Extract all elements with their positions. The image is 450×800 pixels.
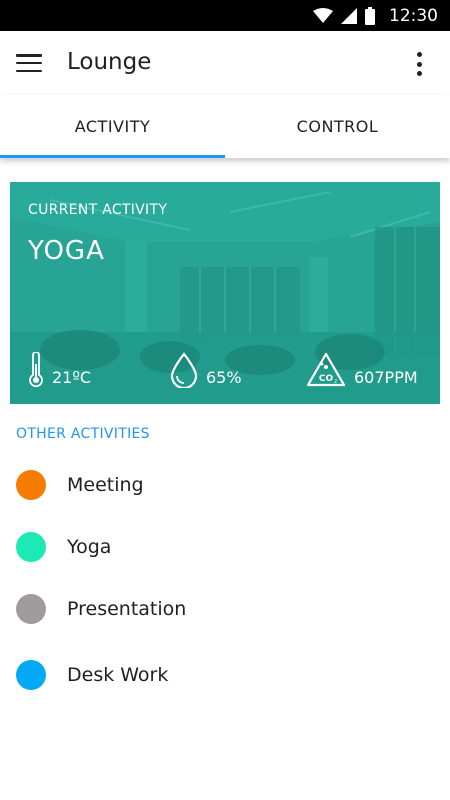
svg-text:CO: CO [319,374,334,384]
activity-item-meeting[interactable]: Meeting [0,455,450,515]
water-drop-icon [170,352,198,392]
status-time: 12:30 [389,5,438,26]
thermometer-icon [28,351,44,392]
humidity-value: 65% [206,367,242,387]
tab-control[interactable]: CONTROL [225,95,450,158]
app-bar: Lounge [0,31,450,95]
other-activities-header: OTHER ACTIVITIES [16,426,150,442]
co2-icon: CO 2 [306,352,346,392]
more-vert-icon[interactable] [414,52,424,76]
battery-icon [365,6,375,25]
tab-bar: ACTIVITY CONTROL [0,95,450,158]
activity-color-dot [16,470,46,500]
activity-label: Yoga [67,536,112,558]
signal-icon [341,7,357,24]
tab-activity[interactable]: ACTIVITY [0,95,225,158]
activity-label: Desk Work [67,664,169,686]
activity-item-desk-work[interactable]: Desk Work [0,645,450,705]
svg-text:2: 2 [334,379,337,385]
status-bar: 12:30 [0,0,450,31]
humidity-metric: 65% [170,352,242,392]
current-activity-name: YOGA [28,236,105,266]
activity-item-presentation[interactable]: Presentation [0,579,450,639]
activity-item-yoga[interactable]: Yoga [0,517,450,577]
activity-color-dot [16,532,46,562]
activity-label: Meeting [67,474,144,496]
activity-label: Presentation [67,598,187,620]
menu-icon[interactable] [16,51,42,75]
current-activity-label: CURRENT ACTIVITY [28,202,168,218]
co2-metric: CO 2 607PPM [306,352,418,392]
temperature-metric: 21ºC [28,351,92,392]
co2-value: 607PPM [354,367,418,387]
current-activity-card[interactable]: CURRENT ACTIVITY YOGA 21ºC 65% CO 2 607P… [10,182,440,404]
activity-color-dot [16,660,46,690]
activity-color-dot [16,594,46,624]
page-title: Lounge [67,49,152,75]
temperature-value: 21ºC [52,367,92,387]
wifi-icon [313,7,333,24]
